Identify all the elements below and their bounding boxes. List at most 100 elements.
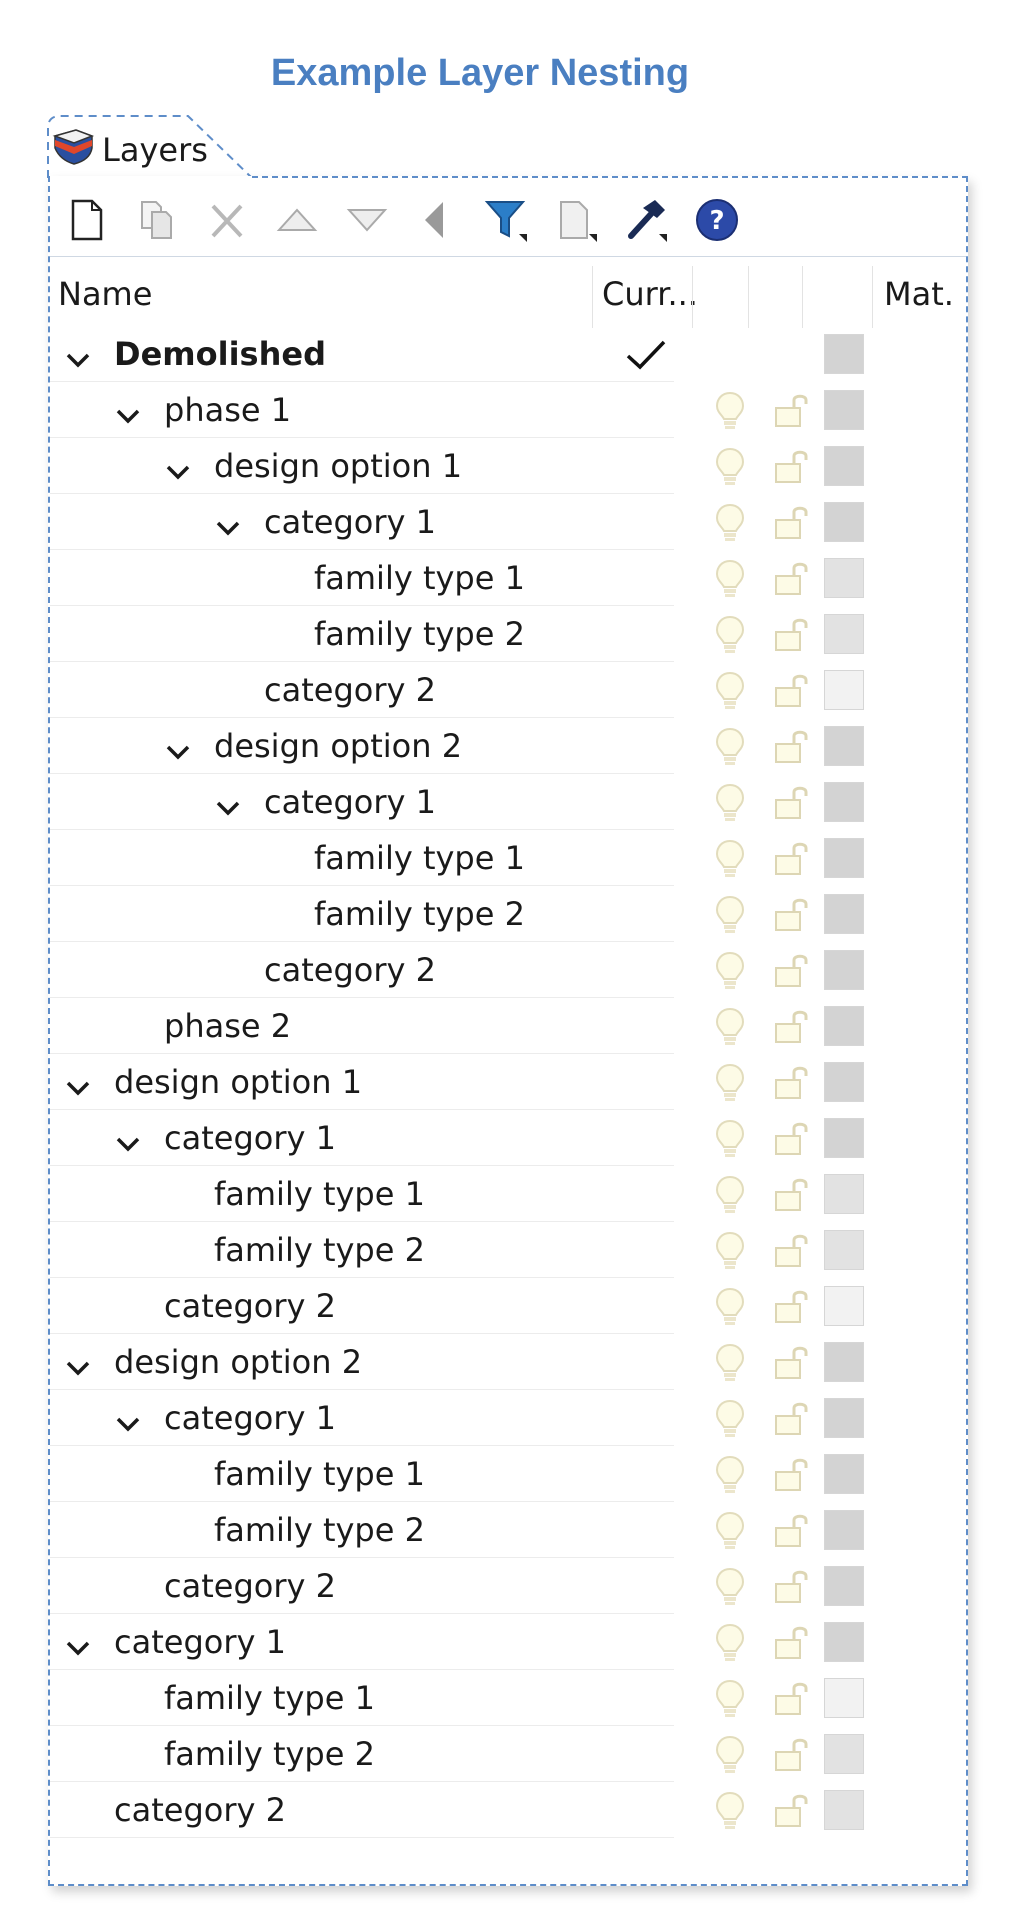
layer-row[interactable]: family type 2 bbox=[50, 1222, 966, 1278]
filter-button[interactable] bbox=[472, 190, 542, 250]
layer-row[interactable]: family type 2 bbox=[50, 606, 966, 662]
unlocked-icon[interactable] bbox=[772, 1232, 812, 1278]
layer-color-swatch[interactable] bbox=[824, 1006, 864, 1046]
delete-layer-button[interactable] bbox=[192, 190, 262, 250]
unlocked-icon[interactable] bbox=[772, 616, 812, 662]
layer-color-swatch[interactable] bbox=[824, 1734, 864, 1774]
unlocked-icon[interactable] bbox=[772, 1456, 812, 1502]
layer-color-swatch[interactable] bbox=[824, 1790, 864, 1830]
unlocked-icon[interactable] bbox=[772, 784, 812, 830]
chevron-down-icon[interactable] bbox=[164, 734, 192, 772]
layer-color-swatch[interactable] bbox=[824, 1286, 864, 1326]
unlocked-icon[interactable] bbox=[772, 1176, 812, 1222]
light-bulb-icon[interactable] bbox=[714, 502, 746, 552]
unlocked-icon[interactable] bbox=[772, 560, 812, 606]
layer-color-swatch[interactable] bbox=[824, 334, 864, 374]
layer-tools-button[interactable] bbox=[542, 190, 612, 250]
layer-row[interactable]: family type 2 bbox=[50, 886, 966, 942]
light-bulb-icon[interactable] bbox=[714, 1006, 746, 1056]
unlocked-icon[interactable] bbox=[772, 840, 812, 886]
unlocked-icon[interactable] bbox=[772, 952, 812, 998]
copy-layer-button[interactable] bbox=[122, 190, 192, 250]
layer-row[interactable]: category 2 bbox=[50, 1782, 966, 1838]
help-button[interactable]: ? bbox=[682, 190, 752, 250]
layer-row[interactable]: family type 2 bbox=[50, 1726, 966, 1782]
light-bulb-icon[interactable] bbox=[714, 1174, 746, 1224]
unlocked-icon[interactable] bbox=[772, 728, 812, 774]
column-header-material[interactable]: Mat. bbox=[884, 260, 954, 328]
light-bulb-icon[interactable] bbox=[714, 1118, 746, 1168]
unlocked-icon[interactable] bbox=[772, 1064, 812, 1110]
column-header-current[interactable]: Curr... bbox=[602, 260, 698, 328]
layer-color-swatch[interactable] bbox=[824, 1678, 864, 1718]
light-bulb-icon[interactable] bbox=[714, 726, 746, 776]
unlocked-icon[interactable] bbox=[772, 1568, 812, 1614]
chevron-down-icon[interactable] bbox=[64, 1350, 92, 1388]
layer-hammer-button[interactable] bbox=[612, 190, 682, 250]
light-bulb-icon[interactable] bbox=[714, 782, 746, 832]
layer-row[interactable]: category 1 bbox=[50, 1390, 966, 1446]
light-bulb-icon[interactable] bbox=[714, 838, 746, 888]
layer-color-swatch[interactable] bbox=[824, 950, 864, 990]
layer-color-swatch[interactable] bbox=[824, 782, 864, 822]
layer-row[interactable]: family type 1 bbox=[50, 1446, 966, 1502]
layer-row[interactable]: category 2 bbox=[50, 1558, 966, 1614]
layer-row[interactable]: phase 1 bbox=[50, 382, 966, 438]
layer-row[interactable]: category 2 bbox=[50, 1278, 966, 1334]
light-bulb-icon[interactable] bbox=[714, 1398, 746, 1448]
layer-color-swatch[interactable] bbox=[824, 1622, 864, 1662]
layer-row[interactable]: family type 2 bbox=[50, 1502, 966, 1558]
light-bulb-icon[interactable] bbox=[714, 670, 746, 720]
unlocked-icon[interactable] bbox=[772, 1512, 812, 1558]
column-header-name[interactable]: Name bbox=[58, 260, 152, 328]
move-up-button[interactable] bbox=[262, 190, 332, 250]
layer-row[interactable]: category 1 bbox=[50, 774, 966, 830]
layers-tab[interactable]: Layers bbox=[52, 128, 208, 172]
current-layer-check-icon[interactable] bbox=[624, 338, 668, 380]
layer-row[interactable]: family type 1 bbox=[50, 830, 966, 886]
chevron-down-icon[interactable] bbox=[114, 1126, 142, 1164]
light-bulb-icon[interactable] bbox=[714, 1678, 746, 1728]
layer-row[interactable]: design option 2 bbox=[50, 1334, 966, 1390]
layer-color-swatch[interactable] bbox=[824, 558, 864, 598]
layer-color-swatch[interactable] bbox=[824, 670, 864, 710]
light-bulb-icon[interactable] bbox=[714, 1454, 746, 1504]
unlocked-icon[interactable] bbox=[772, 1008, 812, 1054]
layer-color-swatch[interactable] bbox=[824, 1118, 864, 1158]
unlocked-icon[interactable] bbox=[772, 392, 812, 438]
move-to-parent-button[interactable] bbox=[402, 190, 472, 250]
layer-row[interactable]: family type 1 bbox=[50, 550, 966, 606]
unlocked-icon[interactable] bbox=[772, 1288, 812, 1334]
light-bulb-icon[interactable] bbox=[714, 558, 746, 608]
layer-color-swatch[interactable] bbox=[824, 1342, 864, 1382]
chevron-down-icon[interactable] bbox=[114, 1406, 142, 1444]
layer-color-swatch[interactable] bbox=[824, 1230, 864, 1270]
layer-row[interactable]: category 1 bbox=[50, 1614, 966, 1670]
layer-row[interactable]: family type 1 bbox=[50, 1670, 966, 1726]
layer-color-swatch[interactable] bbox=[824, 1566, 864, 1606]
chevron-down-icon[interactable] bbox=[114, 398, 142, 436]
layer-row[interactable]: design option 2 bbox=[50, 718, 966, 774]
light-bulb-icon[interactable] bbox=[714, 446, 746, 496]
chevron-down-icon[interactable] bbox=[64, 342, 92, 380]
light-bulb-icon[interactable] bbox=[714, 1510, 746, 1560]
layer-color-swatch[interactable] bbox=[824, 1510, 864, 1550]
unlocked-icon[interactable] bbox=[772, 504, 812, 550]
unlocked-icon[interactable] bbox=[772, 1400, 812, 1446]
layer-row[interactable]: category 1 bbox=[50, 1110, 966, 1166]
layer-row[interactable]: category 2 bbox=[50, 662, 966, 718]
chevron-down-icon[interactable] bbox=[64, 1630, 92, 1668]
light-bulb-icon[interactable] bbox=[714, 1734, 746, 1784]
layer-color-swatch[interactable] bbox=[824, 838, 864, 878]
layer-row[interactable]: phase 2 bbox=[50, 998, 966, 1054]
unlocked-icon[interactable] bbox=[772, 1120, 812, 1166]
layer-row[interactable]: category 1 bbox=[50, 494, 966, 550]
unlocked-icon[interactable] bbox=[772, 896, 812, 942]
layer-row[interactable]: Demolished bbox=[50, 326, 966, 382]
light-bulb-icon[interactable] bbox=[714, 390, 746, 440]
unlocked-icon[interactable] bbox=[772, 1624, 812, 1670]
layer-color-swatch[interactable] bbox=[824, 1062, 864, 1102]
light-bulb-icon[interactable] bbox=[714, 1062, 746, 1112]
layer-color-swatch[interactable] bbox=[824, 614, 864, 654]
layer-row[interactable]: design option 1 bbox=[50, 438, 966, 494]
